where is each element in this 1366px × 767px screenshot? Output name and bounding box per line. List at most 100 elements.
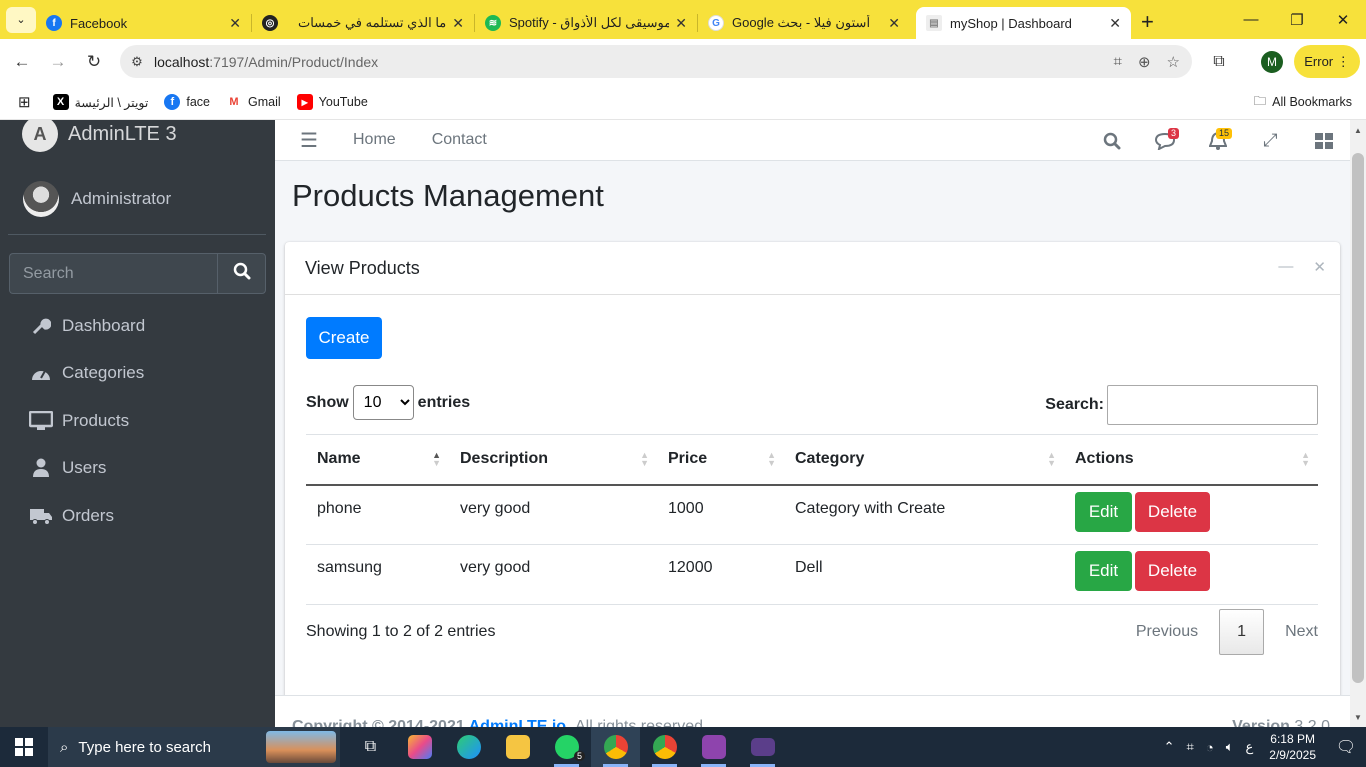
windows-start-icon[interactable] [0,727,48,767]
sidebar-item-users[interactable]: Users [8,445,266,493]
collapse-minus-icon[interactable]: — [1278,258,1293,276]
remove-close-icon[interactable]: ✕ [1313,258,1326,276]
pagination-page-1[interactable]: 1 [1219,609,1265,655]
file-explorer-icon[interactable] [493,727,542,767]
copilot-icon[interactable] [395,727,444,767]
reload-icon[interactable]: ↻ [76,44,112,80]
desktop-icon [28,410,54,431]
browser-tab-khamsat[interactable]: ◎ ما الذي تستلمه في خمسات ✕ [252,7,474,39]
volume-icon[interactable]: 🔈︎ [1226,739,1234,755]
site-info-icon[interactable]: ⚙ [120,54,154,70]
sidebar-search [9,253,266,294]
translate-icon[interactable]: ⌗ [1114,53,1122,70]
error-button[interactable]: Error ⋮ [1294,45,1360,78]
task-view-icon[interactable]: ⧉ [346,727,395,767]
scrollbar-thumb[interactable] [1352,153,1364,683]
input-language[interactable]: ع [1246,739,1254,755]
browser-tab-bar: ⌄ f Facebook ✕ ◎ ما الذي تستلمه في خمسات… [0,0,1366,39]
table-row: samsung very good 12000 Dell Edit Delete [306,544,1318,605]
bookmark-star-icon[interactable]: ☆ [1167,53,1180,71]
notifications-badge: 15 [1215,127,1232,139]
sidebar-item-products[interactable]: Products [8,397,266,445]
extensions-icon[interactable]: ⧉ [1205,45,1233,78]
column-header-price[interactable]: Price ▲ ▼ [657,434,784,486]
x-icon: X [52,94,69,110]
table-search-input[interactable] [1107,385,1318,425]
sidebar-item-orders[interactable]: Orders [8,492,266,540]
zoom-icon[interactable]: ⊕ [1138,53,1151,71]
nav-link-home[interactable]: Home [353,131,396,149]
edit-button[interactable]: Edit [1075,491,1132,532]
close-tab-icon[interactable]: ✕ [1109,15,1121,32]
adminlte-link[interactable]: AdminLTE.io. [469,718,571,727]
network-status-icon[interactable]: ⌗ [1187,739,1194,755]
show-hidden-icons[interactable]: ⌃ [1164,739,1175,755]
sort-icon: ▲ ▼ [640,450,649,468]
pagination-previous[interactable]: Previous [1136,623,1198,641]
close-tab-icon[interactable]: ✕ [675,15,687,32]
whatsapp-icon[interactable]: 5 [542,727,591,767]
all-bookmarks[interactable]: 🗀 All Bookmarks [1254,92,1352,113]
url-input[interactable]: ⚙ localhost:7197/Admin/Product/Index ⌗ ⊕… [120,45,1192,78]
bookmark-face[interactable]: f face [164,94,210,110]
column-header-actions[interactable]: Actions ▲ ▼ [1064,434,1318,486]
edit-button[interactable]: Edit [1075,551,1132,591]
scroll-up-icon[interactable]: ▲ [1350,122,1366,138]
create-button[interactable]: Create [306,317,382,359]
close-tab-icon[interactable]: ✕ [888,15,900,32]
forward-icon[interactable]: → [40,44,76,80]
page-scrollbar[interactable]: ▲ ▼ [1350,120,1366,727]
navbar-search-icon[interactable] [1085,132,1138,150]
page-length-select[interactable]: 10 [352,385,414,420]
visual-studio-icon[interactable] [689,727,738,767]
browser-tab-spotify[interactable]: ≋ Spotify - موسيقى لكل الأذواق ✕ [475,7,697,39]
user-panel[interactable]: Administrator [8,164,266,235]
restore-icon[interactable]: ❐ [1274,0,1320,39]
sidebar-item-categories[interactable]: Categories [8,350,266,398]
minimize-icon[interactable]: — [1228,0,1274,39]
browser-tab-myshop[interactable]: ▤ myShop | Dashboard ✕ [916,7,1131,39]
browser-tab-facebook[interactable]: f Facebook ✕ [36,7,251,39]
close-tab-icon[interactable]: ✕ [452,15,464,32]
column-header-category[interactable]: Category ▲ ▼ [784,434,1064,486]
products-card: View Products — ✕ Create Show 10 entries… [285,242,1340,727]
control-sidebar-grid-icon[interactable] [1297,132,1350,149]
hamburger-menu-icon[interactable]: ☰ [300,128,320,153]
nav-link-contact[interactable]: Contact [432,131,487,149]
profile-avatar[interactable]: M [1261,51,1283,73]
back-icon[interactable]: ← [4,44,40,80]
bookmark-gmail[interactable]: M Gmail [226,94,281,110]
taskbar-clock[interactable]: 6:18 PM 2/9/2025 [1269,731,1316,763]
edge-icon[interactable] [444,727,493,767]
brand-link[interactable]: A AdminLTE 3 [0,120,275,158]
close-tab-icon[interactable]: ✕ [229,15,241,32]
chrome-icon[interactable] [591,727,640,767]
notification-center-icon[interactable]: 🗨︎ [1326,727,1366,767]
sidebar-search-button[interactable] [217,253,266,294]
sidebar-item-dashboard[interactable]: Dashboard [8,302,266,350]
browser-tab-google[interactable]: G أستون فيلا - بحث Google ✕ [698,7,910,39]
close-window-icon[interactable]: ✕ [1320,0,1366,39]
delete-button[interactable]: Delete [1135,491,1210,532]
column-header-name[interactable]: Name ▲ ▼ [306,434,449,486]
tab-search-dropdown[interactable]: ⌄ [6,6,36,33]
chrome-profile-icon[interactable] [640,727,689,767]
taskbar-search[interactable]: ⌕ Type here to search [48,727,340,767]
spotify-icon: ≋ [485,15,501,31]
delete-button[interactable]: Delete [1135,551,1210,591]
scroll-down-icon[interactable]: ▼ [1350,709,1366,725]
fullscreen-expand-icon[interactable]: ⤢ [1244,130,1297,151]
bookmark-twitter[interactable]: X تويتر \ الرئيسة [52,94,148,110]
column-header-description[interactable]: Description ▲ ▼ [449,434,657,486]
new-tab-icon[interactable]: + [1141,9,1154,35]
bookmark-youtube[interactable]: ▶ YouTube [296,94,368,110]
page-icon: ▤ [926,15,942,31]
messages-icon[interactable]: 3 [1138,127,1191,150]
pagination-next[interactable]: Next [1285,623,1318,641]
wifi-icon[interactable]: ◔ [1206,740,1214,755]
sidebar-search-input[interactable] [9,253,217,294]
terminal-icon[interactable] [738,727,787,767]
page-length-control: Show 10 entries [306,385,470,420]
apps-grid-icon[interactable]: ⊞ [18,93,31,111]
notifications-bell-icon[interactable]: 15 [1191,127,1244,150]
